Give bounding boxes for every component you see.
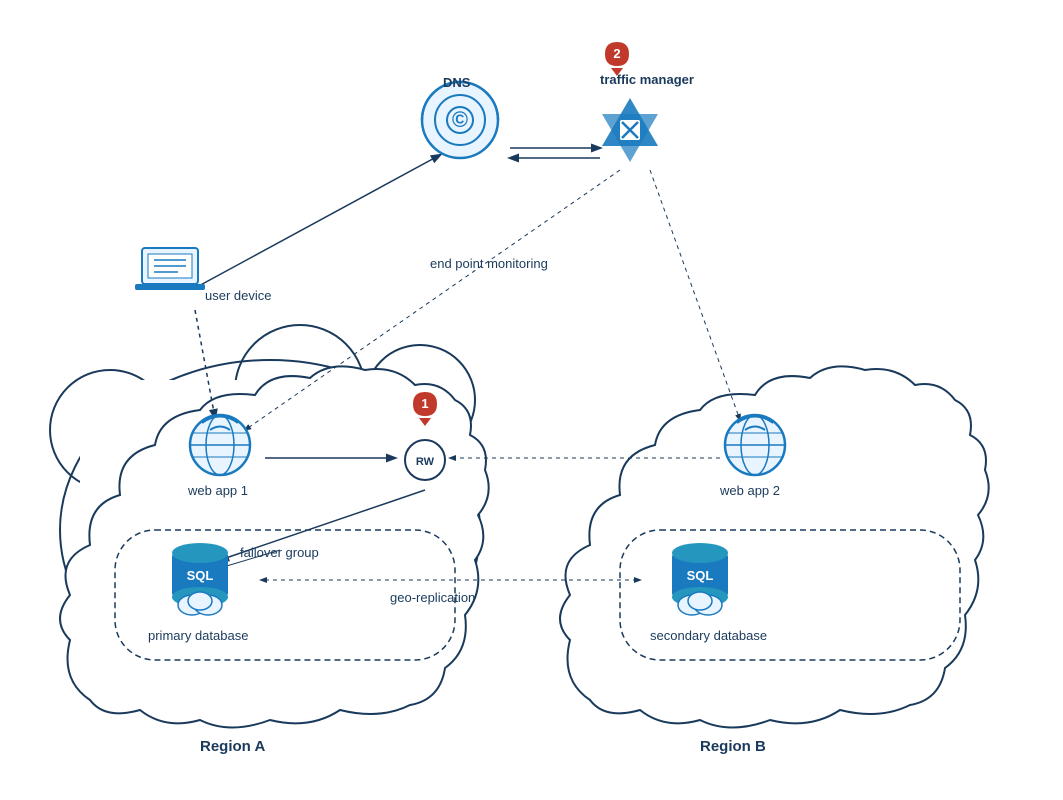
svg-text:2: 2: [613, 46, 620, 61]
web-app-2-label: web app 2: [720, 483, 780, 498]
primary-database-label: primary database: [148, 628, 248, 643]
geo-replication-label: geo-replication: [390, 590, 475, 605]
region-a-label: Region A: [200, 738, 265, 755]
region-b-label: Region B: [700, 738, 766, 755]
diagram: ©: [0, 0, 1063, 800]
failover-group-label: failover group: [240, 545, 319, 560]
dns-label: DNS: [443, 75, 470, 90]
end-point-monitoring-label: end point monitoring: [430, 256, 548, 271]
user-device-label: user device: [205, 288, 271, 303]
secondary-database-label: secondary database: [650, 628, 767, 643]
traffic-manager-label: traffic manager: [600, 72, 694, 87]
svg-text:©: ©: [452, 107, 468, 132]
svg-text:1: 1: [421, 396, 428, 411]
web-app-1-label: web app 1: [188, 483, 248, 498]
svg-text:RW: RW: [416, 456, 435, 468]
svg-text:SQL: SQL: [687, 568, 714, 583]
svg-text:SQL: SQL: [187, 568, 214, 583]
